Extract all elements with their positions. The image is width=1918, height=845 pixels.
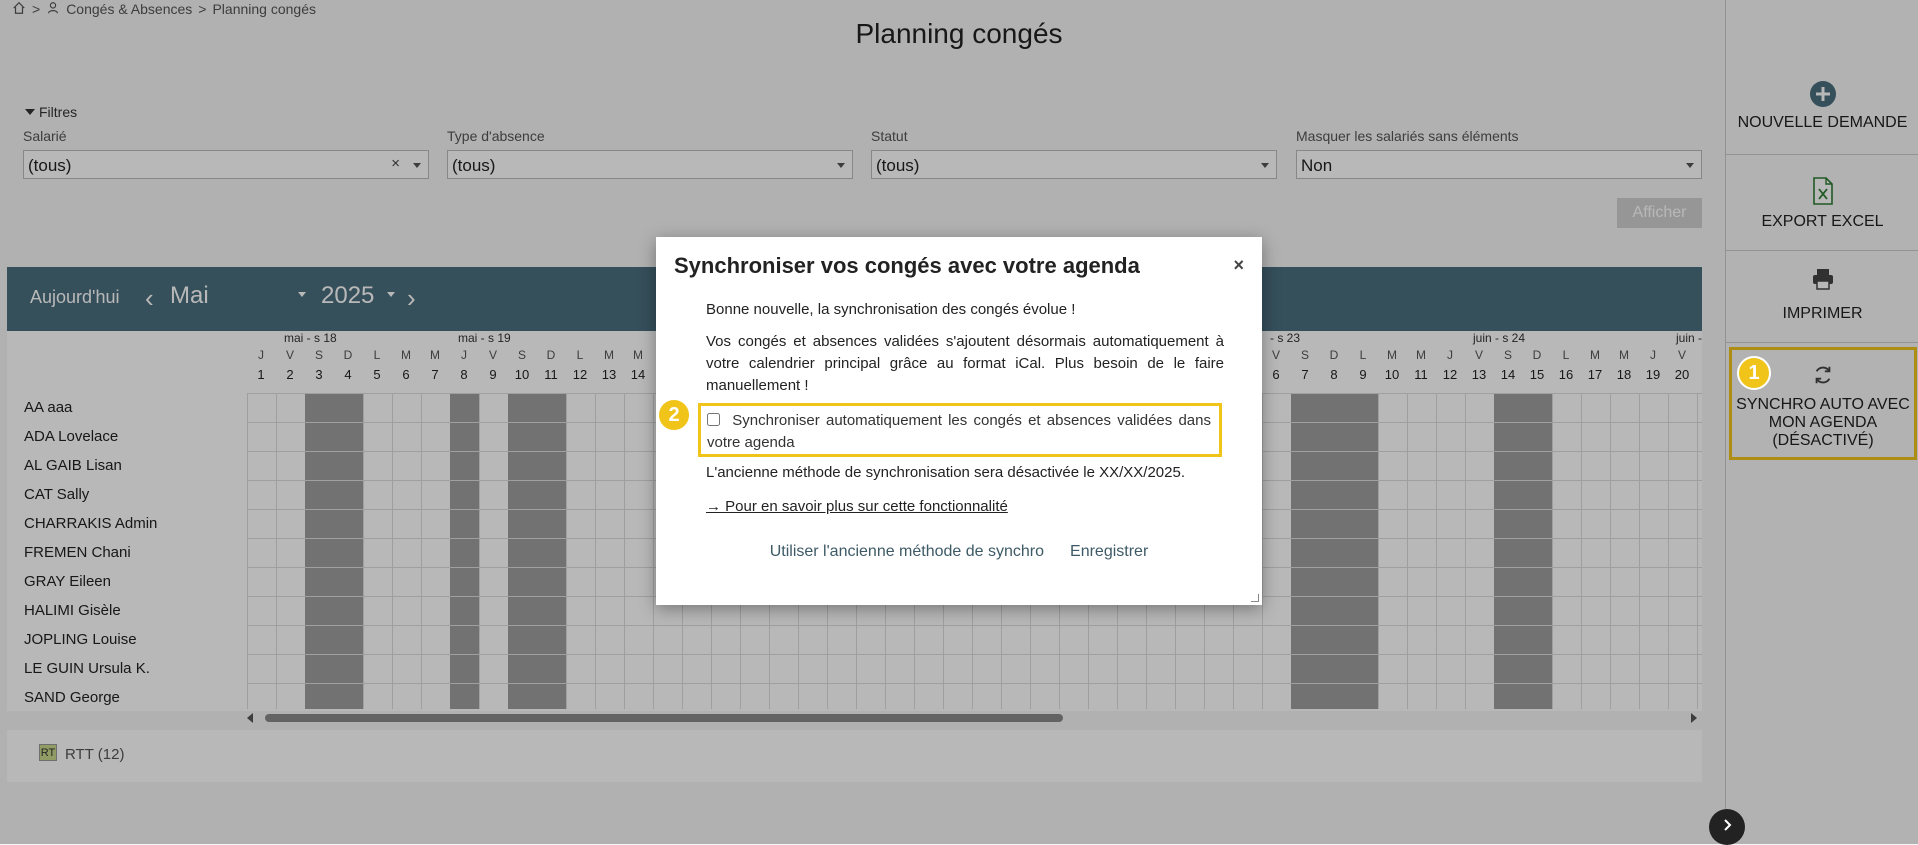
page: > Congés & Absences > Planning congés Pl…	[0, 0, 1918, 845]
chevron-right-icon	[1720, 818, 1734, 837]
step-badge-1: 1	[1737, 356, 1771, 390]
save-button[interactable]: Enregistrer	[1070, 543, 1148, 561]
close-icon[interactable]: ×	[1233, 255, 1244, 276]
sync-checkbox-label[interactable]: Synchroniser automatiquement les congés …	[707, 412, 1211, 451]
sync-modal: Synchroniser vos congés avec votre agend…	[656, 237, 1262, 605]
modal-body: Bonne nouvelle, la synchronisation des c…	[706, 299, 1224, 407]
resize-handle-icon[interactable]	[1251, 594, 1259, 602]
sync-checkbox-row[interactable]: Synchroniser automatiquement les congés …	[698, 403, 1222, 457]
old-method-button[interactable]: Utiliser l'ancienne méthode de synchro	[770, 543, 1044, 561]
modal-actions: Utiliser l'ancienne méthode de synchro E…	[656, 543, 1262, 561]
modal-intro: Bonne nouvelle, la synchronisation des c…	[706, 301, 1076, 318]
modal-description: Vos congés et absences validées s'ajoute…	[706, 333, 1224, 394]
learn-more-link[interactable]: → Pour en savoir plus sur cette fonction…	[706, 498, 1008, 515]
modal-title: Synchroniser vos congés avec votre agend…	[674, 253, 1140, 278]
expand-button[interactable]	[1709, 809, 1745, 845]
step-badge-2: 2	[657, 398, 691, 432]
deprecation-notice: L'ancienne méthode de synchronisation se…	[706, 464, 1186, 481]
sync-checkbox[interactable]	[707, 413, 720, 426]
